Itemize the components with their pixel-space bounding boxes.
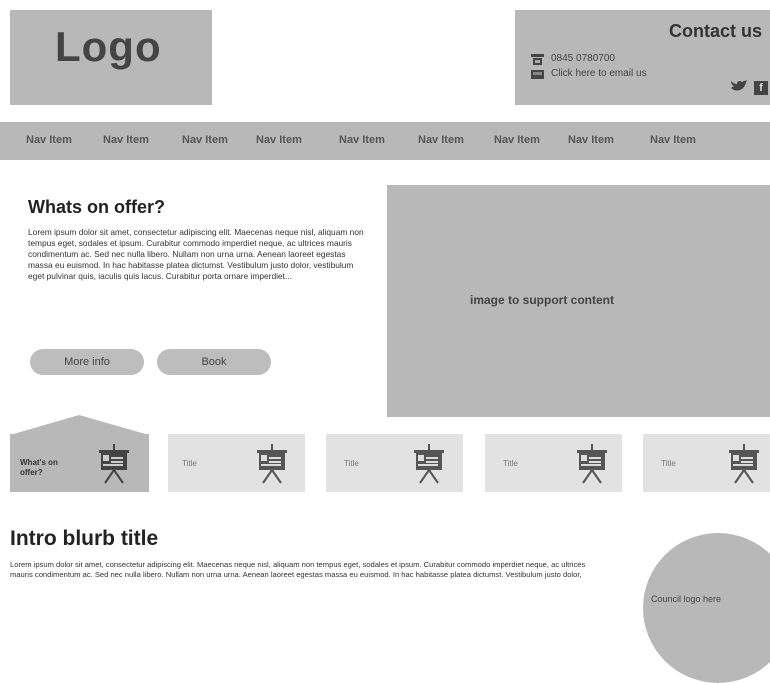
email-icon	[531, 70, 544, 79]
active-tile-pointer	[10, 415, 149, 435]
presentation-icon	[99, 444, 129, 484]
twitter-icon[interactable]	[730, 79, 748, 93]
tile-whats-on-offer[interactable]: What's on offer?	[10, 434, 149, 492]
offer-title: Whats on offer?	[28, 197, 165, 217]
presentation-icon	[729, 444, 759, 484]
nav-item-2[interactable]: Nav Item	[103, 134, 149, 146]
nav-item-3[interactable]: Nav Item	[182, 134, 228, 146]
facebook-icon[interactable]: f	[754, 81, 768, 95]
tile-4[interactable]: Title	[485, 434, 622, 492]
nav-item-1[interactable]: Nav Item	[26, 134, 72, 146]
phone-icon	[531, 54, 544, 65]
nav-item-7[interactable]: Nav Item	[494, 134, 540, 146]
council-logo-label: Council logo here	[651, 594, 722, 604]
support-image-label: image to support content	[470, 293, 614, 307]
tile-label: Title	[503, 459, 518, 468]
tile-label: What's on offer?	[20, 458, 58, 477]
intro-title: Intro blurb title	[10, 527, 159, 550]
tile-label: Title	[344, 459, 359, 468]
contact-phone: 0845 0780700	[551, 53, 615, 64]
presentation-icon	[414, 444, 444, 484]
nav-item-4[interactable]: Nav Item	[256, 134, 302, 146]
tile-label: Title	[661, 459, 676, 468]
tile-3[interactable]: Title	[326, 434, 463, 492]
tile-label: Title	[182, 459, 197, 468]
contact-title: Contact us	[669, 21, 763, 41]
nav-item-6[interactable]: Nav Item	[418, 134, 464, 146]
presentation-icon	[257, 444, 287, 484]
nav-item-8[interactable]: Nav Item	[568, 134, 614, 146]
book-button[interactable]: Book	[157, 349, 271, 375]
tile-5[interactable]: Title	[643, 434, 770, 492]
council-logo	[643, 533, 770, 683]
tile-2[interactable]: Title	[168, 434, 305, 492]
more-info-button[interactable]: More info	[30, 349, 144, 375]
logo-text: Logo	[55, 23, 162, 70]
presentation-icon	[577, 444, 607, 484]
nav-item-9[interactable]: Nav Item	[650, 134, 696, 146]
offer-body: Lorem ipsum dolor sit amet, consectetur …	[28, 227, 364, 281]
email-link[interactable]: Click here to email us	[551, 68, 647, 79]
nav-item-5[interactable]: Nav Item	[339, 134, 385, 146]
intro-body: Lorem ipsum dolor sit amet, consectetur …	[10, 560, 586, 579]
